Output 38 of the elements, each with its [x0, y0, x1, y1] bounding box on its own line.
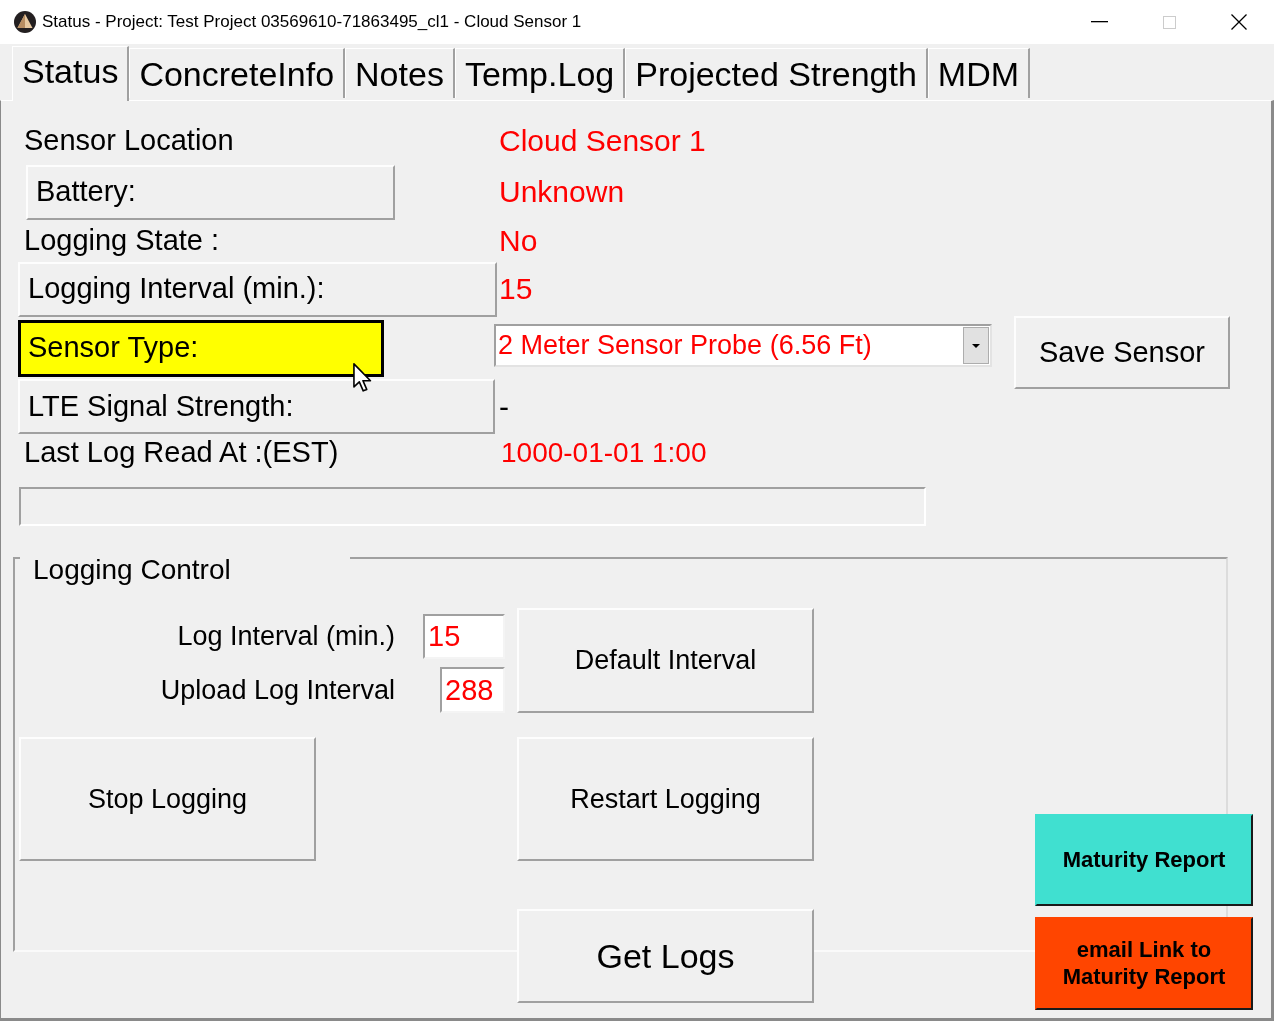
report-button[interactable]: email Link to Maturity Report	[1035, 917, 1253, 1010]
tab[interactable]: MDM	[927, 48, 1031, 98]
input-field[interactable]: 288	[440, 667, 505, 713]
tab[interactable]: Notes	[345, 48, 455, 98]
text-field[interactable]	[19, 487, 926, 526]
tab[interactable]: Projected Strength	[625, 48, 928, 98]
field-label: Log Interval (min.)	[177, 620, 395, 653]
tab[interactable]: ConcreteInfo	[129, 48, 346, 98]
field-value: 1000-01-01 1:00	[500, 435, 707, 470]
close-icon	[1231, 14, 1247, 30]
field-label: Logging State :	[23, 223, 220, 258]
label-button[interactable]: LTE Signal Strength:	[18, 379, 495, 434]
label-button[interactable]: Logging Interval (min.):	[18, 261, 497, 317]
input-field[interactable]: 15	[423, 614, 505, 659]
window-title: Status - Project: Test Project 03569610-71863495_cl1 - Cloud Sensor 1	[42, 11, 583, 34]
default-interval-button[interactable]: Default Interval	[517, 608, 814, 713]
restart-logging-button[interactable]: Restart Logging	[517, 737, 814, 861]
dropdown[interactable]: 2 Meter Sensor Probe (6.56 Ft)	[494, 324, 992, 367]
report-button[interactable]: Maturity Report	[1035, 814, 1253, 906]
label-button[interactable]: Battery:	[26, 164, 395, 220]
triangle-logo-icon	[14, 11, 36, 33]
save-sensor-button[interactable]: Save Sensor	[1014, 316, 1230, 389]
tab[interactable]: Status	[12, 46, 130, 101]
field-label: Last Log Read At :(EST)	[23, 435, 339, 470]
label-button[interactable]: Sensor Type:	[18, 319, 384, 377]
field-value: No	[498, 222, 538, 259]
field-value: Unknown	[498, 174, 625, 210]
stop-logging-button[interactable]: Stop Logging	[19, 737, 316, 861]
field-label: Sensor Location	[23, 123, 234, 158]
field-label: Upload Log Interval	[160, 673, 395, 707]
field-value: 15	[498, 271, 533, 307]
minimize-icon	[1090, 21, 1108, 23]
field-value: -	[498, 388, 509, 425]
get-logs-button[interactable]: Get Logs	[517, 909, 814, 1003]
mouse-pointer-icon	[353, 363, 372, 392]
tab[interactable]: Temp.Log	[454, 48, 626, 98]
caret-down-icon[interactable]	[963, 327, 989, 364]
field-value: Cloud Sensor 1	[498, 122, 706, 159]
